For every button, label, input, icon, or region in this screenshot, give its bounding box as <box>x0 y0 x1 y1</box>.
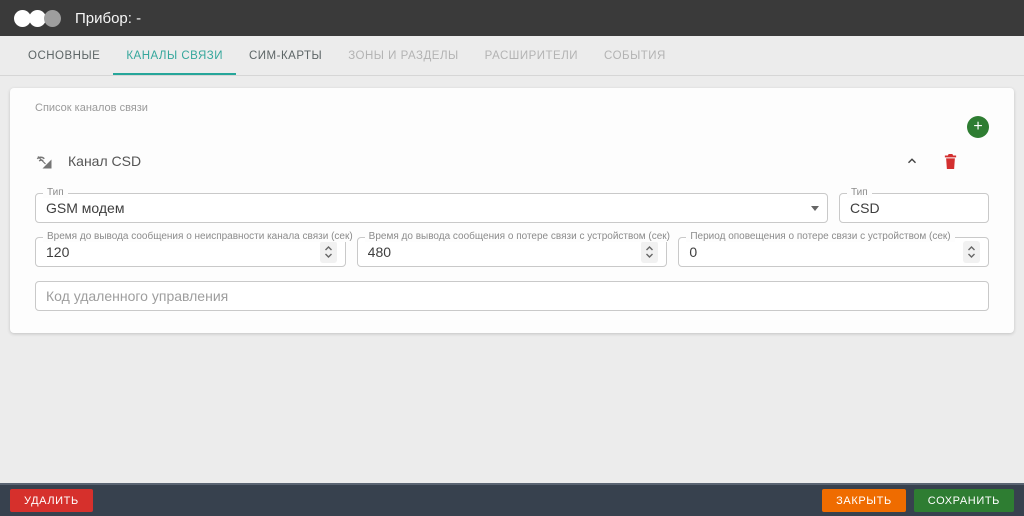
stepper-arrows-icon <box>324 245 333 259</box>
delete-channel-button[interactable] <box>939 150 961 172</box>
page-title: Прибор: - <box>75 10 141 27</box>
delete-button[interactable]: УДАЛИТЬ <box>10 489 93 512</box>
remote-code-field[interactable] <box>35 281 989 311</box>
type-select-label: Тип <box>43 187 68 198</box>
logo-dot-3 <box>44 10 61 27</box>
type-select[interactable]: Тип <box>35 193 828 223</box>
channel-header: Канал CSD <box>35 148 989 174</box>
panel-title: Список каналов связи <box>35 102 989 114</box>
form-row-type: Тип Тип <box>35 193 989 223</box>
type-select-value[interactable] <box>46 200 805 216</box>
save-button[interactable]: СОХРАНИТЬ <box>914 489 1014 512</box>
add-channel-button[interactable]: + <box>967 116 989 138</box>
chevron-up-icon <box>905 154 919 168</box>
form-row-timings: Время до вывода сообщения о неисправност… <box>35 237 989 267</box>
notify-period-stepper[interactable] <box>963 241 980 263</box>
form-row-remote-code <box>35 281 989 311</box>
lost-timeout-input[interactable] <box>368 244 636 260</box>
tab-sim-karty[interactable]: СИМ-КАРТЫ <box>236 36 335 75</box>
close-button[interactable]: ЗАКРЫТЬ <box>822 489 906 512</box>
tab-bar: ОСНОВНЫЕ КАНАЛЫ СВЯЗИ СИМ-КАРТЫ ЗОНЫ И Р… <box>0 36 1024 76</box>
fault-timeout-input[interactable] <box>46 244 314 260</box>
stepper-arrows-icon <box>645 245 654 259</box>
notify-period-input[interactable] <box>689 244 957 260</box>
fault-timeout-field[interactable]: Время до вывода сообщения о неисправност… <box>35 237 346 267</box>
fault-timeout-label: Время до вывода сообщения о неисправност… <box>43 231 357 242</box>
tab-sobytiya[interactable]: СОБЫТИЯ <box>591 36 679 75</box>
type-text-label: Тип <box>847 187 872 198</box>
fault-timeout-stepper[interactable] <box>320 241 337 263</box>
collapse-channel-button[interactable] <box>901 150 923 172</box>
trash-icon <box>943 153 958 170</box>
tab-osnovnye[interactable]: ОСНОВНЫЕ <box>15 36 113 75</box>
lost-timeout-stepper[interactable] <box>641 241 658 263</box>
plus-icon: + <box>973 117 982 137</box>
channel-name: Канал CSD <box>68 153 141 169</box>
remote-code-input[interactable] <box>46 288 980 304</box>
tab-zony-i-razdely[interactable]: ЗОНЫ И РАЗДЕЛЫ <box>335 36 471 75</box>
tab-kanaly-svyazi[interactable]: КАНАЛЫ СВЯЗИ <box>113 36 236 75</box>
notify-period-field[interactable]: Период оповещения о потере связи с устро… <box>678 237 989 267</box>
main-content: Список каналов связи + Канал CSD <box>0 76 1024 483</box>
type-text-input[interactable] <box>850 200 980 216</box>
app-logo <box>14 10 61 27</box>
signal-antenna-icon <box>35 152 53 170</box>
type-text-field[interactable]: Тип <box>839 193 989 223</box>
lost-timeout-field[interactable]: Время до вывода сообщения о потере связи… <box>357 237 668 267</box>
tab-rasshiriteli[interactable]: РАСШИРИТЕЛИ <box>472 36 591 75</box>
app-header: Прибор: - <box>0 0 1024 36</box>
lost-timeout-label: Время до вывода сообщения о потере связи… <box>365 231 674 242</box>
dropdown-arrow-icon[interactable] <box>811 206 819 211</box>
add-row: + <box>35 116 989 138</box>
footer-bar: УДАЛИТЬ ЗАКРЫТЬ СОХРАНИТЬ <box>0 483 1024 516</box>
notify-period-label: Период оповещения о потере связи с устро… <box>686 231 954 242</box>
channels-panel: Список каналов связи + Канал CSD <box>10 88 1014 333</box>
stepper-arrows-icon <box>967 245 976 259</box>
